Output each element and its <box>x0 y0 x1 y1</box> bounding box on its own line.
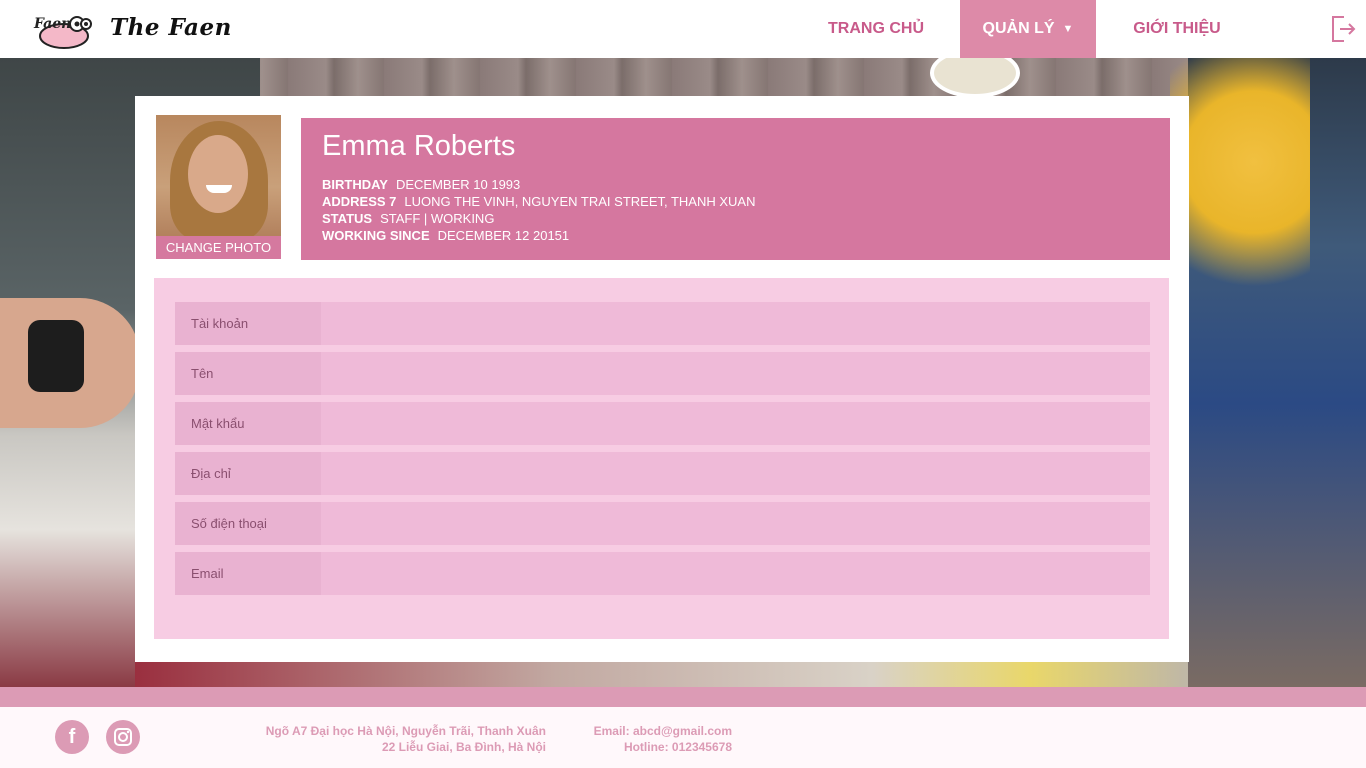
status-value: STAFF | WORKING <box>380 211 495 226</box>
top-navbar: Faen The Faen TRANG CHỦ QUẢN LÝ ▼ GIỚI T… <box>0 0 1366 58</box>
background-bowl <box>930 58 1020 98</box>
birthday-line: BIRTHDAY DECEMBER 10 1993 <box>322 177 520 192</box>
phone-label: Số điện thoại <box>175 502 321 545</box>
birthday-value: DECEMBER 10 1993 <box>395 177 521 192</box>
footer-address-line2: 22 Liễu Giai, Ba Đình, Hà Nội <box>381 740 546 754</box>
logo-text: Faen <box>33 16 71 32</box>
address-line: ADDRESS 7 LUONG THE VINH, NGUYEN TRAI STR… <box>322 194 755 209</box>
address-value: LUONG THE VINH, NGUYEN TRAI STREET, THAN… <box>404 194 756 209</box>
nav-item-manage-label: QUẢN LÝ <box>982 20 1055 37</box>
profile-info-panel: Emma Roberts BIRTHDAY DECEMBER 10 1993 AD… <box>301 118 1170 260</box>
photo-face <box>188 135 248 213</box>
profile-name: Emma Roberts <box>322 130 516 162</box>
background-chips <box>1170 58 1310 318</box>
account-form: Tài khoản Tên Mật khẩu Địa chỉ Số điện t… <box>154 278 1169 639</box>
photo-smile <box>206 185 232 193</box>
form-row-phone: Số điện thoại <box>175 502 1150 545</box>
account-label: Tài khoản <box>175 302 321 345</box>
address-input[interactable] <box>321 452 1150 495</box>
name-input[interactable] <box>321 352 1150 395</box>
facebook-glyph: f <box>68 725 76 748</box>
password-label: Mật khẩu <box>175 402 321 445</box>
address-field-label: Địa chỉ <box>175 452 321 495</box>
password-input[interactable] <box>321 402 1150 445</box>
nav-item-home[interactable]: TRANG CHỦ <box>810 0 942 58</box>
account-input[interactable] <box>321 302 1150 345</box>
footer-divider <box>0 687 1366 707</box>
nav-item-manage[interactable]: QUẢN LÝ ▼ <box>960 0 1096 58</box>
faen-logo-icon[interactable]: Faen <box>30 10 92 50</box>
instagram-glyph <box>114 728 132 746</box>
phone-input[interactable] <box>321 502 1150 545</box>
footer-address: Ngõ A7 Đại học Hà Nội, Nguyễn Trãi, Than… <box>226 723 546 755</box>
profile-photo: CHANGE PHOTO <box>156 115 281 259</box>
background-food-strip <box>135 662 1188 687</box>
logout-icon[interactable] <box>1330 15 1356 43</box>
facebook-icon[interactable]: f <box>55 720 89 754</box>
nav-item-about[interactable]: GIỚI THIỆU <box>1115 0 1239 58</box>
caret-down-icon: ▼ <box>1062 23 1074 35</box>
change-photo-button[interactable]: CHANGE PHOTO <box>156 236 281 259</box>
instagram-icon[interactable] <box>106 720 140 754</box>
footer-hotline[interactable]: Hotline: 012345678 <box>560 739 732 755</box>
form-row-address: Địa chỉ <box>175 452 1150 495</box>
working-since-line: WORKING SINCE DECEMBER 12 20151 <box>322 228 569 243</box>
status-label: STATUS <box>322 211 373 226</box>
footer-email[interactable]: Email: abcd@gmail.com <box>560 723 732 739</box>
form-row-name: Tên <box>175 352 1150 395</box>
birthday-label: BIRTHDAY <box>322 177 388 192</box>
footer-address-line1: Ngõ A7 Đại học Hà Nội, Nguyễn Trãi, Than… <box>265 724 546 738</box>
form-row-email: Email <box>175 552 1150 595</box>
working-since-label: WORKING SINCE <box>322 228 430 243</box>
email-label: Email <box>175 552 321 595</box>
email-input[interactable] <box>321 552 1150 595</box>
working-since-value: DECEMBER 12 20151 <box>437 228 570 243</box>
address-label: ADDRESS 7 <box>322 194 397 209</box>
status-line: STATUS STAFF | WORKING <box>322 211 494 226</box>
form-row-password: Mật khẩu <box>175 402 1150 445</box>
brand-name[interactable]: The Faen <box>110 14 232 41</box>
background-wristband <box>28 320 84 392</box>
nav-item-home-label: TRANG CHỦ <box>828 20 924 37</box>
footer-contact: Email: abcd@gmail.com Hotline: 012345678 <box>560 723 732 755</box>
nav-item-about-label: GIỚI THIỆU <box>1133 20 1221 37</box>
form-row-account: Tài khoản <box>175 302 1150 345</box>
name-label: Tên <box>175 352 321 395</box>
